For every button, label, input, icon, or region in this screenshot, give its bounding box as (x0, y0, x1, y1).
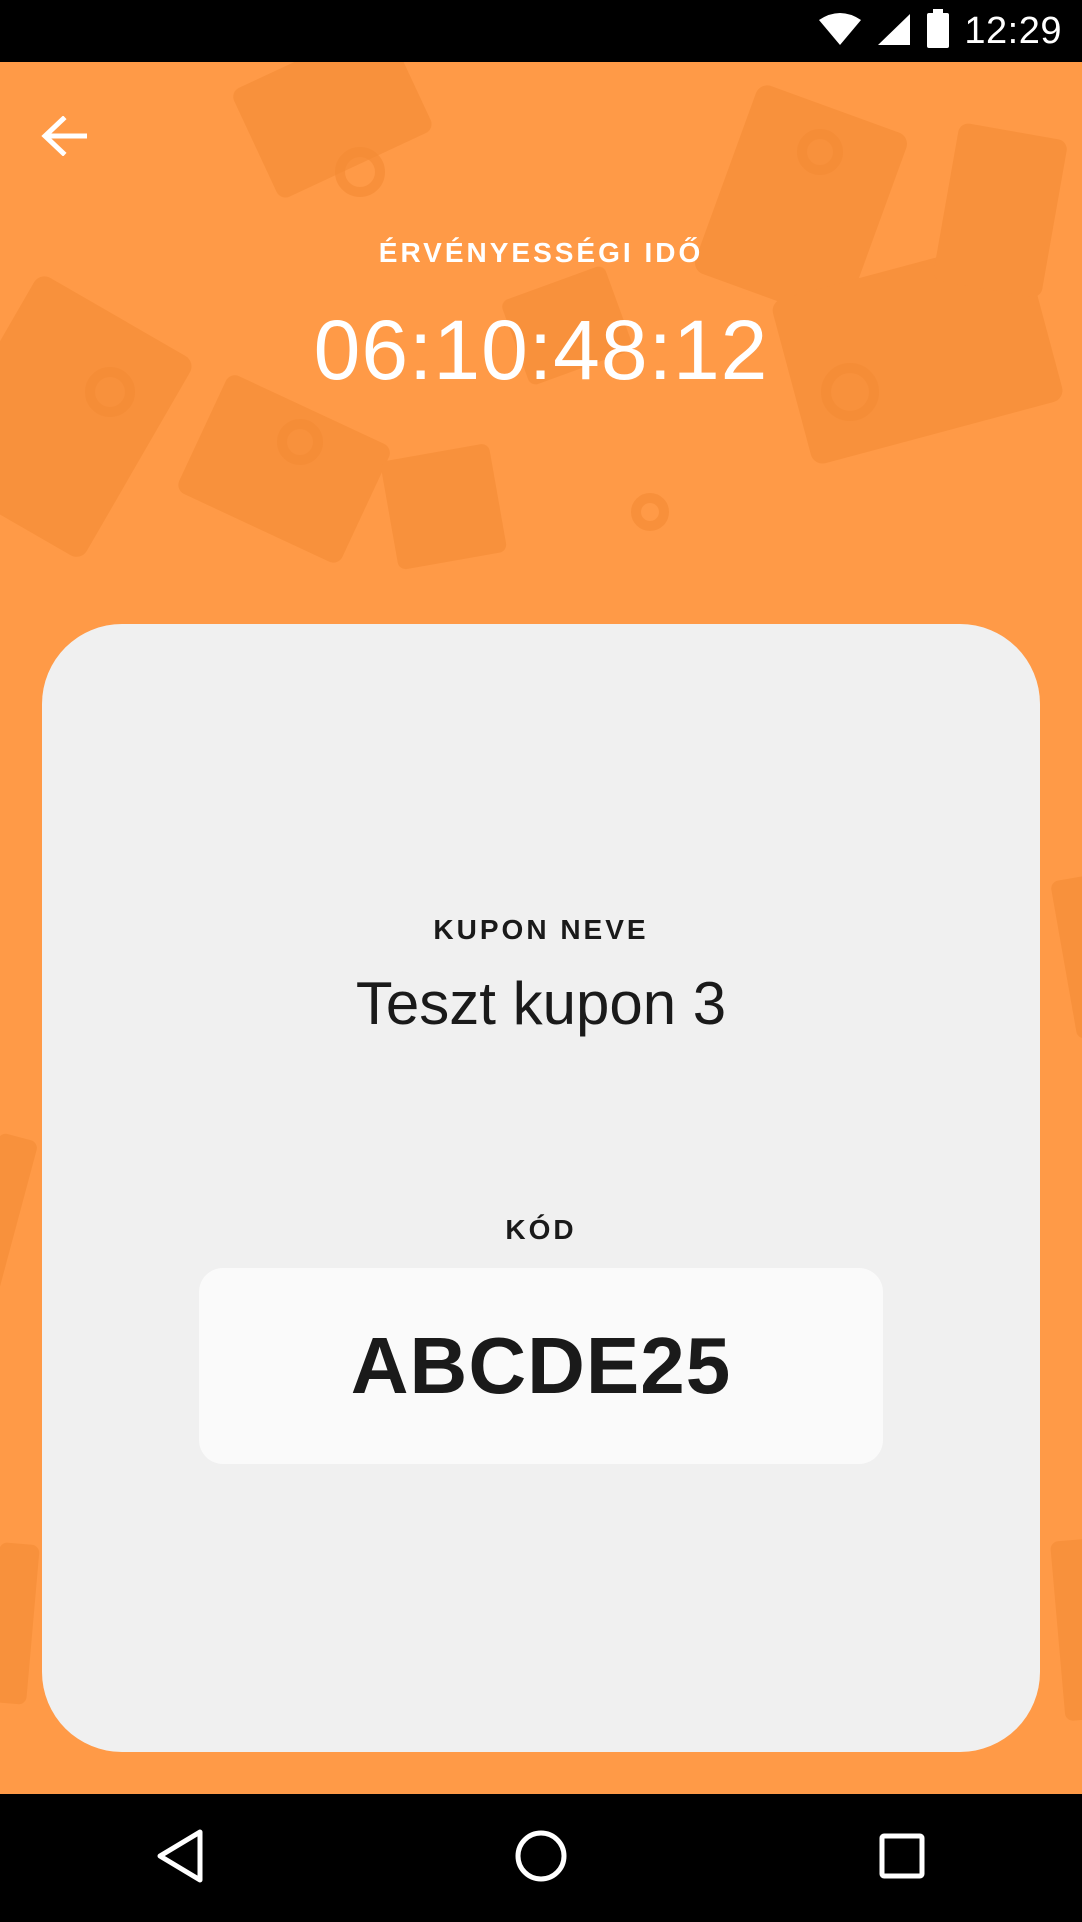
coupon-name-label: KUPON NEVE (433, 914, 649, 945)
back-button[interactable] (30, 104, 98, 172)
signal-icon (876, 12, 912, 51)
status-bar: 12:29 (0, 0, 1082, 62)
countdown-timer: 06:10:48:12 (313, 303, 769, 397)
nav-back-button[interactable] (125, 1803, 235, 1913)
recents-square-icon (878, 1832, 926, 1885)
validity-label: ÉRVÉNYESSÉGI IDŐ (378, 237, 704, 268)
arrow-back-icon (41, 114, 88, 161)
coupon-name: Teszt kupon 3 (355, 970, 727, 1037)
coupon-code-box[interactable]: ABCDE25 (199, 1268, 883, 1464)
coupon-card: KUPON NEVE Teszt kupon 3 KÓD ABCDE25 (42, 624, 1040, 1752)
battery-icon (926, 8, 950, 54)
code-label: KÓD (505, 1214, 577, 1245)
home-circle-icon (513, 1828, 569, 1889)
nav-home-button[interactable] (486, 1803, 596, 1913)
status-time: 12:29 (964, 9, 1062, 52)
coupon-screen: ÉRVÉNYESSÉGI IDŐ 06:10:48:12 KUPON NEVE … (0, 62, 1082, 1794)
coupon-code: ABCDE25 (350, 1321, 732, 1410)
wifi-icon (818, 12, 862, 51)
status-icons: 12:29 (818, 0, 1062, 62)
nav-recents-button[interactable] (847, 1803, 957, 1913)
back-triangle-icon (155, 1828, 205, 1889)
navigation-bar (0, 1794, 1082, 1922)
